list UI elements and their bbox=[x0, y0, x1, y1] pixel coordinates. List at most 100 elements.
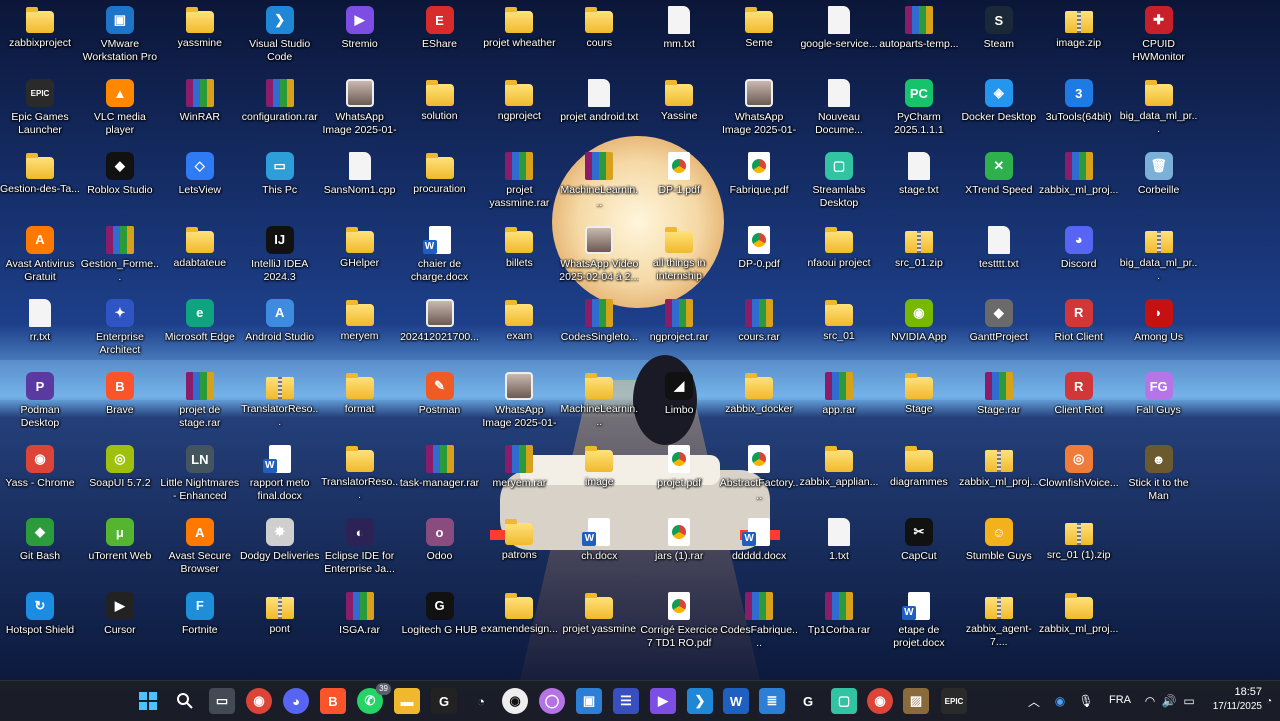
clock-time[interactable]: 18:57 bbox=[1210, 686, 1262, 698]
desktop-icon[interactable]: Yassine bbox=[639, 75, 719, 148]
desktop-icon[interactable]: rapport meto final.docx bbox=[240, 441, 320, 514]
desktop-icon[interactable]: ◆ Roblox Studio bbox=[80, 148, 160, 221]
desktop-icon[interactable]: Stage bbox=[879, 368, 959, 441]
desktop-icon[interactable]: task-manager.rar bbox=[400, 441, 480, 514]
taskbar-notepad[interactable]: ≣ bbox=[759, 688, 785, 714]
desktop-icon[interactable]: o Odoo bbox=[400, 514, 480, 587]
clock-date[interactable]: 17/11/2025 bbox=[1196, 701, 1262, 712]
desktop-icon[interactable]: Gestion-des-Ta... bbox=[0, 148, 80, 221]
desktop-icon[interactable]: A Avast Antivirus Gratuit bbox=[0, 222, 80, 295]
desktop-icon[interactable]: F Fortnite bbox=[160, 588, 240, 661]
desktop-icon[interactable]: ◆ Git Bash bbox=[0, 514, 80, 587]
desktop-icon[interactable]: E EShare bbox=[400, 2, 480, 75]
desktop-icon[interactable]: cours bbox=[559, 2, 639, 75]
taskbar-streamlabs[interactable]: ▢ bbox=[831, 688, 857, 714]
desktop-icon[interactable]: zabbix_agent-7.... bbox=[959, 588, 1039, 661]
desktop-icon[interactable]: IJ IntelliJ IDEA 2024.3 bbox=[240, 222, 320, 295]
desktop-icon[interactable]: diagrammes bbox=[879, 441, 959, 514]
desktop-icon[interactable]: ngproject bbox=[479, 75, 559, 148]
desktop-icon[interactable]: zabbixproject bbox=[0, 2, 80, 75]
desktop-icon[interactable]: WhatsApp Image 2025-01-28 à 1... bbox=[719, 75, 799, 148]
taskbar-vscode[interactable]: ❯ bbox=[687, 688, 713, 714]
desktop-icon[interactable]: app.rar bbox=[799, 368, 879, 441]
desktop-icon[interactable]: Stage.rar bbox=[959, 368, 1039, 441]
tray-overflow-button[interactable]: ︿ bbox=[1024, 691, 1044, 711]
desktop-icon[interactable]: big_data_ml_pr... bbox=[1119, 222, 1199, 295]
desktop-icon[interactable]: ◐ Eclipse IDE for Enterprise Ja... bbox=[320, 514, 400, 587]
desktop-icon[interactable]: ✚ CPUID HWMonitor bbox=[1119, 2, 1199, 75]
desktop-icon[interactable]: testttt.txt bbox=[959, 222, 1039, 295]
desktop-icon[interactable]: pont bbox=[240, 588, 320, 661]
task-view-button[interactable]: ▭ bbox=[209, 688, 235, 714]
desktop-icon[interactable]: src_01 (1).zip bbox=[1039, 514, 1119, 587]
desktop-icon[interactable]: projet wheather bbox=[479, 2, 559, 75]
taskbar-chrome[interactable]: ◉ bbox=[246, 688, 272, 714]
desktop-icon[interactable]: ◕ Discord bbox=[1039, 222, 1119, 295]
desktop-icon[interactable]: projet de stage.rar bbox=[160, 368, 240, 441]
desktop-icon[interactable]: rr.txt bbox=[0, 295, 80, 368]
wifi-button[interactable]: ◠ bbox=[1140, 691, 1160, 711]
desktop-icon[interactable]: ▣ VMware Workstation Pro bbox=[80, 2, 160, 75]
desktop-icon[interactable]: ▶ Stremio bbox=[320, 2, 400, 75]
desktop-icon[interactable]: ▢ Streamlabs Desktop bbox=[799, 148, 879, 221]
desktop-icon[interactable]: 3 3uTools(64bit) bbox=[1039, 75, 1119, 148]
desktop-icon[interactable]: DP-0.pdf bbox=[719, 222, 799, 295]
desktop-icon[interactable]: A Avast Secure Browser bbox=[160, 514, 240, 587]
taskbar-epic-games[interactable]: EPIC bbox=[941, 688, 967, 714]
desktop-icon[interactable]: e Microsoft Edge bbox=[160, 295, 240, 368]
desktop-icon[interactable]: zabbix_ml_proj... bbox=[1039, 588, 1119, 661]
desktop-icon[interactable]: configuration.rar bbox=[240, 75, 320, 148]
desktop-icon[interactable]: exam bbox=[479, 295, 559, 368]
desktop-icon[interactable]: projet yassmine bbox=[559, 588, 639, 661]
desktop-icon[interactable]: zabbix_ml_proj... bbox=[1039, 148, 1119, 221]
tray-microphone[interactable]: 🎙 bbox=[1076, 691, 1096, 711]
desktop-icon[interactable]: meryem.rar bbox=[479, 441, 559, 514]
desktop-icon[interactable]: billets bbox=[479, 222, 559, 295]
desktop-icon[interactable]: Nouveau Docume... bbox=[799, 75, 879, 148]
desktop-icon[interactable]: G Logitech G HUB bbox=[400, 588, 480, 661]
desktop-icon[interactable]: ▭ This Pc bbox=[240, 148, 320, 221]
desktop-icon[interactable]: projet yassmine.rar bbox=[479, 148, 559, 221]
desktop-icon[interactable]: ❯ Visual Studio Code bbox=[240, 2, 320, 75]
desktop-icon[interactable]: ◇ LetsView bbox=[160, 148, 240, 221]
desktop-icon[interactable]: ↻ Hotspot Shield bbox=[0, 588, 80, 661]
desktop-icon[interactable]: R Riot Client bbox=[1039, 295, 1119, 368]
desktop-icon[interactable]: ☺ Stumble Guys bbox=[959, 514, 1039, 587]
desktop-icon[interactable]: ◆ GanttProject bbox=[959, 295, 1039, 368]
desktop-icon[interactable]: examendesign... bbox=[479, 588, 559, 661]
taskbar-stremio[interactable]: ▶ bbox=[650, 688, 676, 714]
desktop-icon[interactable]: S Steam bbox=[959, 2, 1039, 75]
desktop-icon[interactable]: DP-1.pdf bbox=[639, 148, 719, 221]
desktop-icon[interactable]: Seme bbox=[719, 2, 799, 75]
desktop-icon[interactable]: jars (1).rar bbox=[639, 514, 719, 587]
taskbar-logitech[interactable]: G bbox=[795, 688, 821, 714]
taskbar-image-app[interactable]: ▨ bbox=[903, 688, 929, 714]
desktop-icon[interactable]: Corrigé Exercice 7 TD1 RO.pdf bbox=[639, 588, 719, 661]
desktop-icon[interactable]: solution bbox=[400, 75, 480, 148]
desktop-icon[interactable]: nfaoui project bbox=[799, 222, 879, 295]
desktop-icon[interactable]: WhatsApp Video 2025-02-04 à 2... bbox=[559, 222, 639, 295]
desktop-icon[interactable]: image bbox=[559, 441, 639, 514]
taskbar-file-explorer[interactable]: ▬ bbox=[394, 688, 420, 714]
desktop-icon[interactable]: μ uTorrent Web bbox=[80, 514, 160, 587]
desktop-icon[interactable]: 202412021700... bbox=[400, 295, 480, 368]
desktop-icon[interactable]: chaier de charge.docx bbox=[400, 222, 480, 295]
desktop-icon[interactable]: ◗ Among Us bbox=[1119, 295, 1199, 368]
notifications-button[interactable]: ◔ bbox=[1259, 691, 1279, 711]
desktop-icon[interactable]: ddddd.docx bbox=[719, 514, 799, 587]
desktop-icon[interactable]: B Brave bbox=[80, 368, 160, 441]
desktop-icon[interactable]: WinRAR bbox=[160, 75, 240, 148]
desktop-icon[interactable]: Tp1Corba.rar bbox=[799, 588, 879, 661]
desktop-icon[interactable]: format bbox=[320, 368, 400, 441]
desktop-icon[interactable]: TranslatorReso... bbox=[240, 368, 320, 441]
desktop-icon[interactable]: LN Little Nightmares - Enhanced Edi... bbox=[160, 441, 240, 514]
desktop-icon[interactable]: yassmine bbox=[160, 2, 240, 75]
volume-button[interactable]: 🔊 bbox=[1159, 691, 1179, 711]
desktop-icon[interactable]: adabtateue bbox=[160, 222, 240, 295]
desktop-icon[interactable]: MachineLearnin... bbox=[559, 148, 639, 221]
desktop-icon[interactable]: GHelper bbox=[320, 222, 400, 295]
desktop-icon[interactable]: ◢ Limbo bbox=[639, 368, 719, 441]
desktop-icon[interactable]: image.zip bbox=[1039, 2, 1119, 75]
desktop-icon[interactable]: patrons bbox=[479, 514, 559, 587]
desktop-icon[interactable]: stage.txt bbox=[879, 148, 959, 221]
